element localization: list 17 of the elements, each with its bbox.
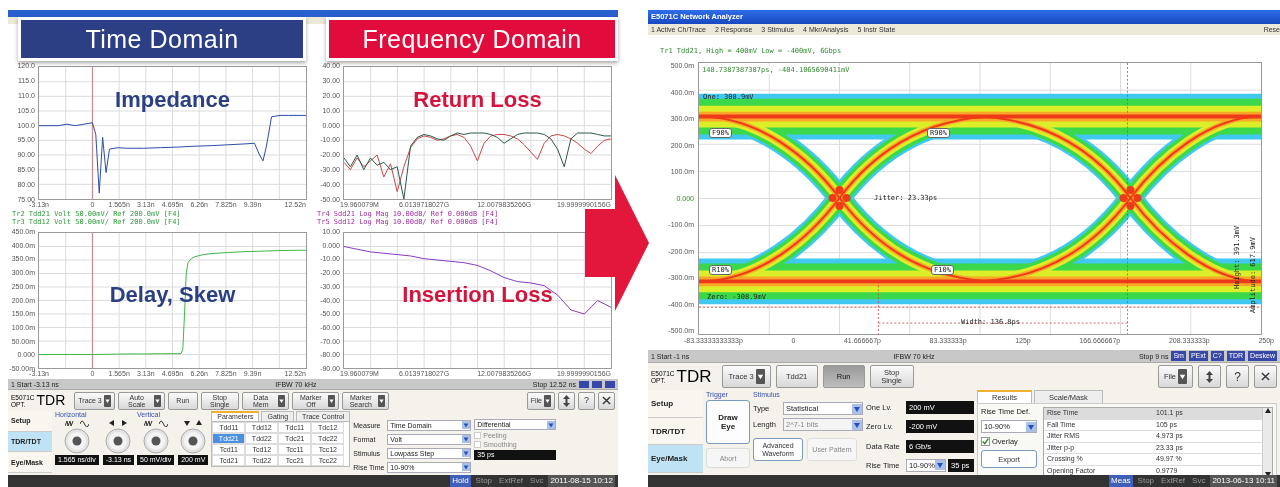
status-item: Svc [529,475,545,487]
plot-label: Return Loss [413,87,542,113]
banner: Time Domain [18,17,306,61]
status-item: ExtRef [498,475,525,487]
plot-label: Insertion Loss [402,282,553,309]
status-item: Stop [474,475,494,487]
status-item: Hold [450,475,471,487]
logo-text: TDR [36,393,66,408]
plot-label: Impedance [115,87,230,113]
logo-text: TDR [676,367,712,386]
banner: Frequency Domain [326,17,618,61]
status-item: Stop [1136,475,1156,487]
status-item: Meas [1109,475,1133,487]
clock: 2011-08-15 10:12 [548,475,615,487]
status-item: ExtRef [1160,475,1187,487]
clock: 2013-06-13 10:11 [1210,475,1277,487]
status-item: Svc [1191,475,1207,487]
